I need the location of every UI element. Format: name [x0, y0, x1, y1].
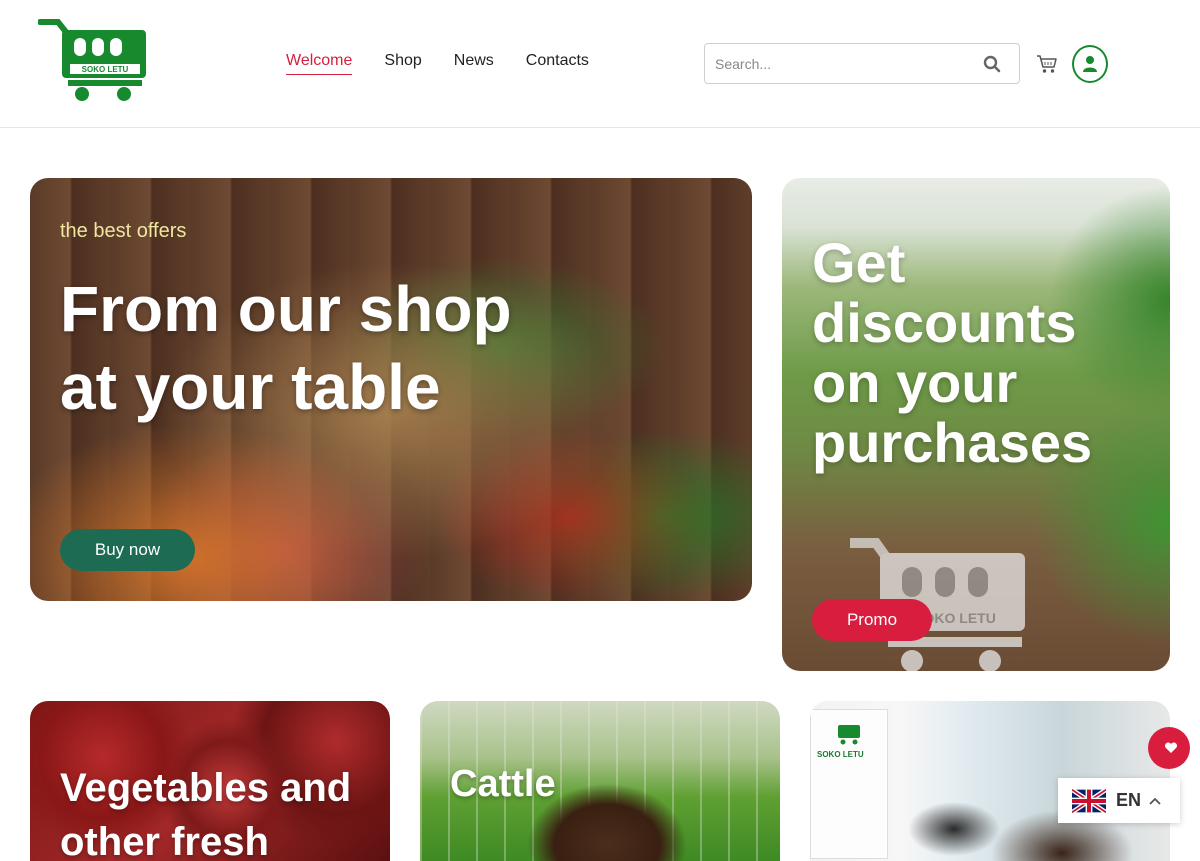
search-input[interactable]	[705, 44, 955, 83]
nav-shop[interactable]: Shop	[384, 52, 421, 75]
uk-flag-icon	[1072, 787, 1106, 814]
search-icon[interactable]	[983, 55, 1001, 73]
promo-button[interactable]: Promo	[812, 599, 932, 641]
svg-text:SOKO LETU: SOKO LETU	[82, 65, 129, 74]
soko-letu-logo[interactable]: SOKO LETU	[38, 18, 150, 102]
user-icon	[1083, 56, 1097, 72]
site-header: SOKO LETU Welcome Shop News Contacts	[0, 0, 1200, 128]
chevron-up-icon	[1149, 797, 1161, 805]
nav-contacts[interactable]: Contacts	[526, 52, 589, 75]
heart-icon	[1164, 742, 1178, 753]
hero-kicker: the best offers	[60, 220, 187, 242]
poster-cart-icon	[838, 725, 860, 745]
language-code: EN	[1116, 790, 1142, 810]
hero-banner: the best offers From our shop at your ta…	[30, 178, 752, 601]
promo-banner: Get discounts on your purchases SOKO LET…	[782, 178, 1170, 671]
nav-welcome[interactable]: Welcome	[286, 52, 353, 75]
category-card-cattle[interactable]: Cattle	[420, 701, 780, 861]
category-title: Vegetables and other fresh	[60, 766, 352, 861]
poster-title: SOKO LETU	[817, 750, 864, 759]
chat-button[interactable]	[1148, 727, 1190, 769]
search-box	[704, 43, 1020, 84]
soko-letu-poster: SOKO LETU	[810, 709, 888, 859]
promo-title: Get discounts on your purchases	[812, 231, 1093, 474]
category-title: Cattle	[450, 763, 556, 805]
category-card-vegetables[interactable]: Vegetables and other fresh	[30, 701, 390, 861]
hero-title: From our shop at your table	[60, 273, 512, 423]
nav-news[interactable]: News	[454, 52, 494, 75]
main-nav: Welcome Shop News Contacts	[286, 52, 621, 75]
buy-now-button[interactable]: Buy now	[60, 529, 195, 571]
cart-icon[interactable]	[1036, 53, 1058, 75]
account-button[interactable]	[1072, 45, 1108, 83]
language-selector[interactable]: EN	[1058, 778, 1180, 823]
